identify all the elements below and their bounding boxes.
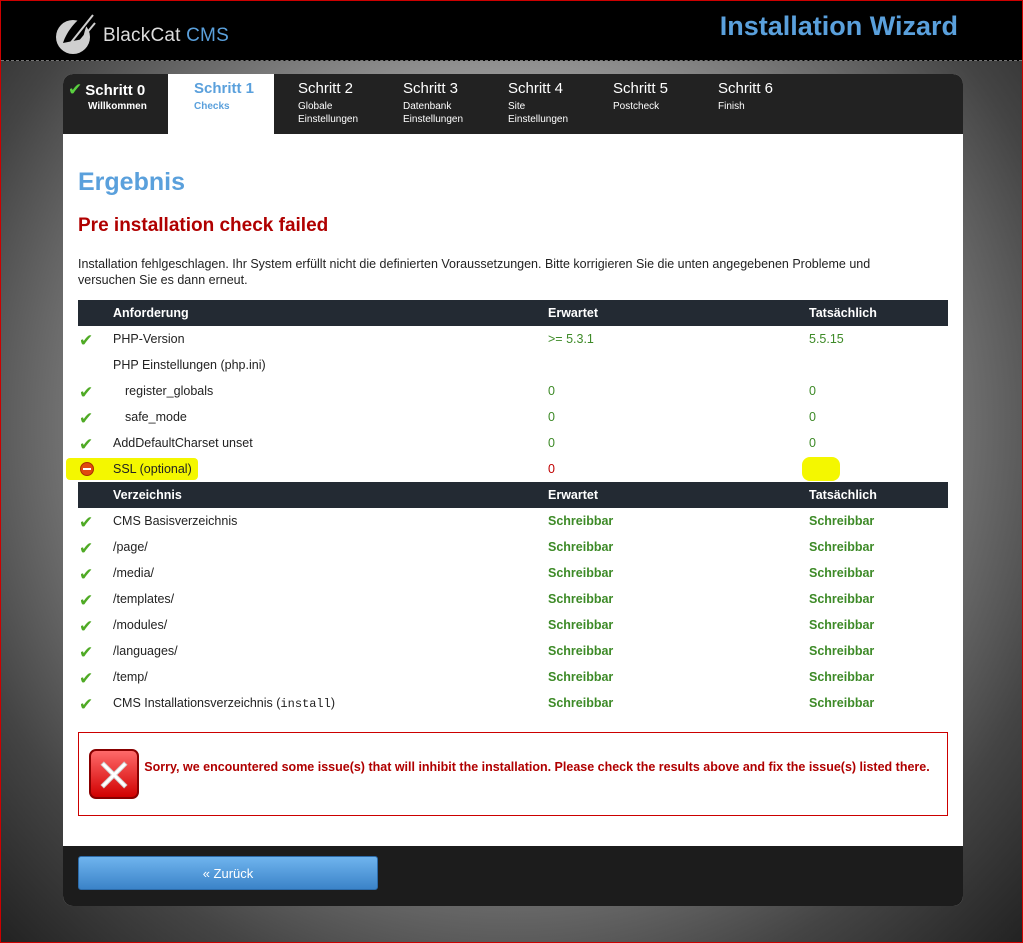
footer-bar: « Zurück: [63, 846, 963, 906]
table-row: ✔ /modules/ Schreibbar Schreibbar: [79, 617, 875, 636]
tab-step-6[interactable]: Schritt 6 Finish: [718, 74, 818, 134]
table-row: ✔ PHP-Version >= 5.3.1 5.5.15: [79, 331, 844, 350]
table-row: ✔ safe_mode 0 0: [79, 409, 816, 428]
step-tabs: ✔ Schritt 0 Willkommen Schritt 1 Checks S…: [63, 74, 963, 134]
check-icon: ✔: [79, 695, 94, 714]
table-row: ✔ /media/ Schreibbar Schreibbar: [79, 565, 875, 584]
intro-text: Installation fehlgeschlagen. Ihr System …: [78, 257, 871, 287]
check-icon: ✔: [79, 565, 94, 584]
table-row: ✔ CMS Basisverzeichnis Schreibbar Schrei…: [79, 513, 875, 532]
top-bar: BlackCat CMS Installation Wizard: [1, 1, 1022, 61]
check-icon: ✔: [79, 409, 94, 428]
check-icon: ✔: [79, 591, 94, 610]
error-message-box: Sorry, we encountered some issue(s) that…: [78, 732, 948, 816]
highlight-marker: [802, 457, 840, 481]
table-row: ✔ AddDefaultCharset unset 0 0: [79, 435, 816, 454]
blackcat-logo-icon: [56, 9, 96, 54]
table-row: ✔ register_globals 0 0: [79, 383, 816, 402]
back-button[interactable]: « Zurück: [78, 856, 378, 890]
table-row: ✔ /languages/ Schreibbar Schreibbar: [79, 643, 875, 662]
page-title: Ergebnis: [78, 168, 185, 196]
check-icon: ✔: [79, 513, 94, 532]
check-icon: ✔: [79, 539, 94, 558]
table-header: Anforderung Erwartet Tatsächlich: [78, 300, 948, 326]
status-heading: Pre installation check failed: [78, 215, 329, 236]
table-row: ✔ CMS Installationsverzeichnis (install)…: [79, 695, 875, 714]
table-header: Verzeichnis Erwartet Tatsächlich: [78, 482, 948, 508]
tab-step-0[interactable]: ✔ Schritt 0 Willkommen: [68, 74, 168, 134]
error-message: Sorry, we encountered some issue(s) that…: [144, 760, 930, 774]
check-icon: ✔: [79, 669, 94, 688]
tab-step-5[interactable]: Schritt 5 Postcheck: [613, 74, 713, 134]
tab-step-3[interactable]: Schritt 3 Datenbank Einstellungen: [403, 74, 503, 134]
tab-step-1[interactable]: Schritt 1 Checks: [168, 74, 274, 134]
wizard-title: Installation Wizard: [719, 11, 958, 41]
tab-step-4[interactable]: Schritt 4 Site Einstellungen: [508, 74, 608, 134]
warning-icon: [80, 462, 94, 476]
logo-text: BlackCat CMS: [103, 25, 229, 46]
check-icon: ✔: [79, 331, 94, 350]
wizard-panel: ✔ Schritt 0 Willkommen Schritt 1 Checks S…: [63, 74, 963, 906]
error-x-icon: [89, 749, 139, 799]
check-icon: ✔: [79, 617, 94, 636]
table-row-ssl: SSL (optional) 0: [66, 456, 948, 482]
check-icon: ✔: [79, 643, 94, 662]
table-row: PHP Einstellungen (php.ini): [113, 358, 266, 372]
table-row: ✔ /page/ Schreibbar Schreibbar: [79, 539, 875, 558]
check-icon: ✔: [79, 435, 94, 454]
table-row: ✔ /temp/ Schreibbar Schreibbar: [79, 669, 875, 688]
table-row: ✔ /templates/ Schreibbar Schreibbar: [79, 591, 875, 610]
check-icon: ✔: [79, 383, 94, 402]
check-table: Anforderung Erwartet Tatsächlich ✔ PHP-V…: [66, 300, 948, 716]
tab-step-2[interactable]: Schritt 2 Globale Einstellungen: [298, 74, 398, 134]
check-icon: ✔: [68, 80, 83, 99]
